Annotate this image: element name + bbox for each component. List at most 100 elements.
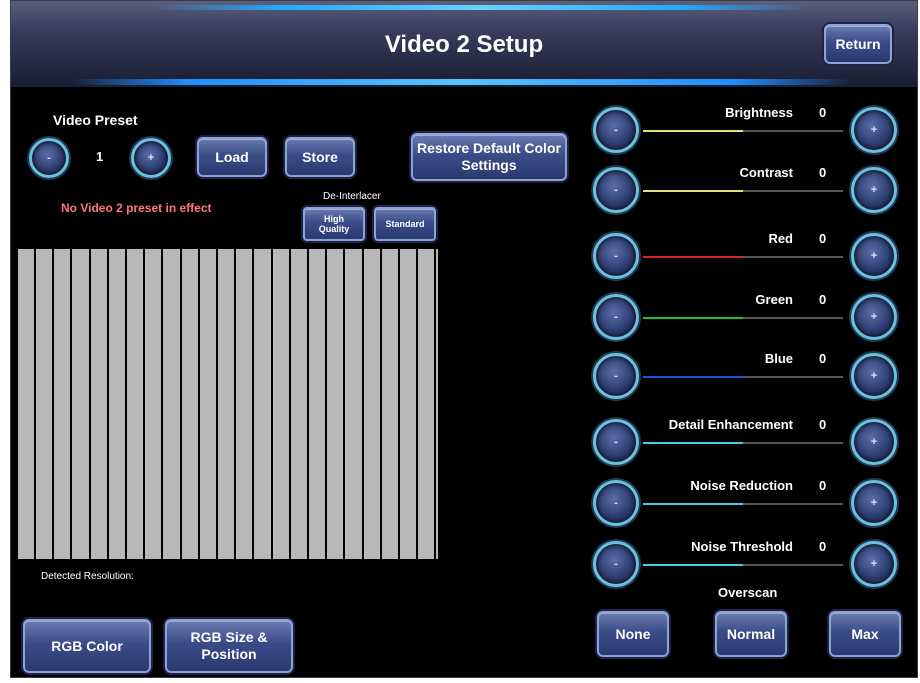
increment-button[interactable]: + (851, 419, 897, 465)
preview-stripe (288, 249, 291, 559)
preview-stripe (143, 249, 146, 559)
overscan-label: Overscan (718, 585, 778, 600)
adjustment-label: Noise Reduction (690, 478, 793, 493)
decrement-button[interactable]: - (593, 167, 639, 213)
overscan-max-button[interactable]: Max (829, 611, 901, 657)
restore-default-color-button[interactable]: Restore Default Color Settings (411, 133, 567, 181)
adjustment-row: - Noise Reduction 0 + (593, 478, 903, 538)
adjustment-label: Noise Threshold (691, 539, 793, 554)
adjustment-value: 0 (819, 165, 827, 180)
adjustment-value: 0 (819, 231, 827, 246)
preview-stripe (379, 249, 382, 559)
preset-status-text: No Video 2 preset in effect (61, 201, 212, 215)
adjustment-label: Detail Enhancement (668, 417, 793, 432)
overscan-none-button[interactable]: None (597, 611, 669, 657)
adjustment-slider-track[interactable] (643, 442, 843, 444)
adjustment-row: - Detail Enhancement 0 + (593, 417, 903, 477)
increment-button[interactable]: + (851, 107, 897, 153)
preview-stripe (398, 249, 400, 559)
increment-button[interactable]: + (851, 167, 897, 213)
standard-button[interactable]: Standard (374, 207, 436, 241)
decrement-button[interactable]: - (593, 107, 639, 153)
adjustment-slider-fill (643, 190, 743, 192)
increment-button[interactable]: + (851, 353, 897, 399)
adjustment-value: 0 (819, 292, 827, 307)
overscan-normal-button[interactable]: Normal (715, 611, 787, 657)
preview-stripe (434, 249, 437, 559)
preview-stripe (88, 249, 91, 559)
high-quality-button[interactable]: High Quality (303, 207, 365, 241)
preview-stripe (307, 249, 309, 559)
preview-stripe (70, 249, 73, 559)
preview-stripe (325, 249, 328, 559)
preview-stripe (416, 249, 419, 559)
adjustment-slider-fill (643, 256, 743, 258)
video-setup-panel: Video 2 Setup Return Video Preset - 1 + … (10, 0, 918, 678)
load-button[interactable]: Load (197, 137, 267, 177)
adjustment-slider-track[interactable] (643, 376, 843, 378)
preview-stripe (52, 249, 55, 559)
preset-number: 1 (96, 149, 104, 164)
return-button[interactable]: Return (824, 24, 892, 64)
decrement-button[interactable]: - (593, 541, 639, 587)
adjustment-value: 0 (819, 351, 827, 366)
preset-increment-button[interactable]: + (131, 138, 171, 178)
rgb-color-button[interactable]: RGB Color (23, 619, 151, 673)
rgb-size-position-button[interactable]: RGB Size & Position (165, 619, 293, 673)
adjustment-row: - Blue 0 + (593, 351, 903, 411)
adjustment-row: - Contrast 0 + (593, 165, 903, 225)
store-button[interactable]: Store (285, 137, 355, 177)
preview-stripe (179, 249, 182, 559)
adjustment-slider-fill (643, 130, 743, 132)
preview-stripe (252, 249, 255, 559)
preview-stripe (234, 249, 237, 559)
adjustment-slider-fill (643, 317, 743, 319)
preview-stripe (216, 249, 218, 559)
preview-stripe (361, 249, 364, 559)
adjustment-label: Red (768, 231, 793, 246)
header-glow-bottom (71, 79, 851, 85)
adjustment-slider-fill (643, 503, 743, 505)
decrement-button[interactable]: - (593, 480, 639, 526)
adjustment-label: Contrast (739, 165, 793, 180)
increment-button[interactable]: + (851, 294, 897, 340)
adjustment-value: 0 (819, 417, 827, 432)
decrement-button[interactable]: - (593, 294, 639, 340)
adjustment-slider-track[interactable] (643, 317, 843, 319)
adjustment-slider-fill (643, 376, 743, 378)
preview-stripe (34, 249, 36, 559)
adjustment-slider-fill (643, 564, 743, 566)
decrement-button[interactable]: - (593, 419, 639, 465)
adjustment-slider-track[interactable] (643, 190, 843, 192)
adjustment-value: 0 (819, 105, 827, 120)
adjustment-slider-track[interactable] (643, 503, 843, 505)
increment-button[interactable]: + (851, 233, 897, 279)
increment-button[interactable]: + (851, 480, 897, 526)
preview-stripe (125, 249, 127, 559)
adjustment-slider-track[interactable] (643, 564, 843, 566)
adjustment-value: 0 (819, 539, 827, 554)
detected-resolution-label: Detected Resolution: (41, 571, 134, 582)
adjustment-value: 0 (819, 478, 827, 493)
video-preview (18, 249, 438, 559)
adjustment-slider-track[interactable] (643, 256, 843, 258)
decrement-button[interactable]: - (593, 353, 639, 399)
preview-stripe (161, 249, 164, 559)
preview-stripe (106, 249, 109, 559)
adjustment-label: Brightness (725, 105, 793, 120)
decrement-button[interactable]: - (593, 233, 639, 279)
increment-button[interactable]: + (851, 541, 897, 587)
adjustment-slider-track[interactable] (643, 130, 843, 132)
preview-stripe (343, 249, 346, 559)
page-title: Video 2 Setup (384, 31, 544, 58)
header-glow-top (151, 5, 811, 10)
preview-stripe (197, 249, 200, 559)
preset-decrement-button[interactable]: - (29, 138, 69, 178)
adjustment-row: - Brightness 0 + (593, 105, 903, 165)
adjustment-label: Blue (764, 351, 793, 366)
video-preset-label: Video Preset (53, 112, 138, 128)
header-bar: Video 2 Setup Return (11, 1, 917, 87)
adjustment-slider-fill (643, 442, 743, 444)
preview-stripe (270, 249, 273, 559)
deinterlacer-label: De-Interlacer (323, 191, 381, 202)
